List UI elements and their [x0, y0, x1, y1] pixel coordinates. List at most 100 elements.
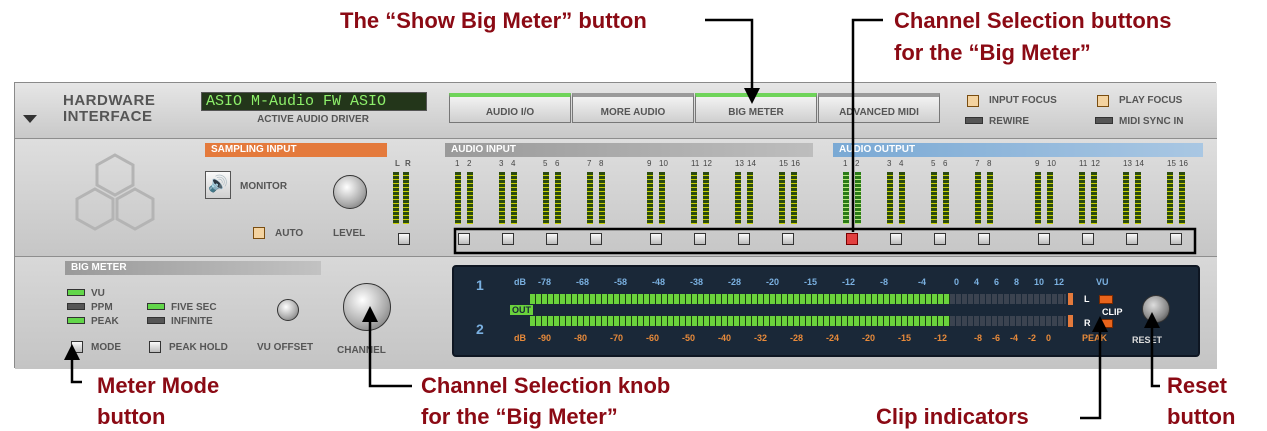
sampling-meter-r: [403, 172, 409, 224]
vu-scale-tick: 4: [974, 277, 980, 287]
output-channel-select-button[interactable]: [846, 233, 858, 245]
peak-scale-tick: -32: [754, 333, 768, 343]
rewire-label: REWIRE: [989, 116, 1029, 127]
tab-audio-io[interactable]: AUDIO I/O: [449, 93, 571, 123]
reset-button[interactable]: [1142, 295, 1170, 323]
output-channel-select-button[interactable]: [1170, 233, 1182, 245]
input-meter: [647, 172, 653, 224]
vu-scale-tick: -58: [614, 277, 628, 287]
peak-unit-label: PEAK: [1082, 333, 1108, 343]
output-channel-select-button[interactable]: [890, 233, 902, 245]
ppm-label: PPM: [91, 302, 113, 313]
output-meter: [1167, 172, 1173, 224]
callout-reset-line1: Reset: [1167, 373, 1227, 398]
clip-indicator-right[interactable]: [1099, 319, 1113, 328]
hardware-interface-panel: HARDWARE INTERFACE ASIO M-Audio FW ASIO …: [14, 82, 1217, 369]
driver-lcd[interactable]: ASIO M-Audio FW ASIO: [201, 92, 427, 111]
clip-r-label: R: [1084, 318, 1091, 328]
vu-scale-tick: -20: [766, 277, 780, 287]
output-meter: [975, 172, 981, 224]
peak-led: [67, 317, 85, 324]
vu-scale-tick: -38: [690, 277, 704, 287]
audio-input-title: AUDIO INPUT: [445, 143, 813, 157]
input-channel-number: 16: [791, 159, 800, 168]
vu-scale-tick: -48: [652, 277, 666, 287]
output-meter: [843, 172, 849, 224]
callout-channel-knob-line1: Channel Selection knob: [421, 373, 671, 398]
output-channel-select-button[interactable]: [1126, 233, 1138, 245]
output-channel-select-button[interactable]: [1082, 233, 1094, 245]
input-channel-number: 3: [499, 159, 504, 168]
tab-big-meter[interactable]: BIG METER: [695, 93, 817, 123]
play-focus-checkbox[interactable]: [1097, 95, 1109, 107]
peak-scale-tick: 0: [1046, 333, 1052, 343]
output-channel-select-button[interactable]: [978, 233, 990, 245]
input-channel-number: 4: [511, 159, 516, 168]
meter-mode-button[interactable]: [71, 341, 83, 353]
input-meter: [587, 172, 593, 224]
input-channel-select-button[interactable]: [650, 233, 662, 245]
input-meter: [779, 172, 785, 224]
right-meter-bar-unlit: [950, 316, 1066, 326]
vu-scale-tick: -8: [880, 277, 889, 287]
output-channel-number: 7: [975, 159, 980, 168]
input-channel-select-button[interactable]: [458, 233, 470, 245]
device-title: HARDWARE INTERFACE: [63, 93, 155, 125]
vu-scale-tick: 12: [1054, 277, 1065, 287]
callout-clip-indicators: Clip indicators: [876, 404, 1029, 429]
ppm-led: [67, 303, 85, 310]
output-meter: [1035, 172, 1041, 224]
input-meter: [467, 172, 473, 224]
reason-logo-icon: [75, 153, 155, 231]
output-channel-select-button[interactable]: [1038, 233, 1050, 245]
peak-scale-tick: -28: [790, 333, 804, 343]
auto-checkbox[interactable]: [253, 227, 265, 239]
output-channel-select-button[interactable]: [934, 233, 946, 245]
callout-reset-line2: button: [1167, 404, 1236, 429]
output-channel-number: 10: [1047, 159, 1056, 168]
fold-triangle-icon[interactable]: [23, 115, 37, 123]
input-channel-number: 13: [735, 159, 744, 168]
input-meter: [703, 172, 709, 224]
input-meter: [747, 172, 753, 224]
vu-unit-label: VU: [1096, 277, 1109, 287]
clip-indicator-left[interactable]: [1099, 295, 1113, 304]
output-channel-number: 12: [1091, 159, 1100, 168]
input-meter: [511, 172, 517, 224]
level-knob[interactable]: [333, 175, 367, 209]
monitor-speaker-button[interactable]: 🔊: [205, 171, 231, 199]
mode-label: MODE: [91, 342, 121, 353]
level-label: LEVEL: [333, 228, 366, 239]
peak-scale-tick: -40: [718, 333, 732, 343]
device-title-line1: HARDWARE: [63, 92, 156, 109]
output-channel-number: 15: [1167, 159, 1176, 168]
input-channel-select-button[interactable]: [782, 233, 794, 245]
vu-offset-knob[interactable]: [277, 299, 299, 321]
input-channel-select-button[interactable]: [694, 233, 706, 245]
input-channel-select-button[interactable]: [738, 233, 750, 245]
input-focus-checkbox[interactable]: [967, 95, 979, 107]
auto-label: AUTO: [275, 228, 304, 239]
vu-scale-tick: 6: [994, 277, 1000, 287]
big-meter-title: BIG METER: [65, 261, 321, 275]
callout-channel-buttons-line2: for the “Big Meter”: [894, 40, 1091, 65]
vu-scale-tick: 10: [1034, 277, 1045, 287]
peak-scale-tick: -15: [898, 333, 912, 343]
output-meter: [1079, 172, 1085, 224]
output-channel-number: 9: [1035, 159, 1040, 168]
sampling-select-button[interactable]: [398, 233, 410, 245]
peak-hold-label: PEAK HOLD: [169, 342, 228, 353]
input-meter: [543, 172, 549, 224]
tab-more-audio[interactable]: MORE AUDIO: [572, 93, 694, 123]
display-channel-2: 2: [476, 321, 484, 337]
input-channel-select-button[interactable]: [546, 233, 558, 245]
input-meter: [555, 172, 561, 224]
peak-scale-tick: -80: [574, 333, 588, 343]
tab-advanced-midi[interactable]: ADVANCED MIDI: [818, 93, 940, 123]
input-channel-select-button[interactable]: [590, 233, 602, 245]
channel-knob[interactable]: [343, 283, 391, 331]
input-channel-number: 12: [703, 159, 712, 168]
peak-hold-button[interactable]: [149, 341, 161, 353]
input-channel-select-button[interactable]: [502, 233, 514, 245]
vu-label: VU: [91, 288, 105, 299]
